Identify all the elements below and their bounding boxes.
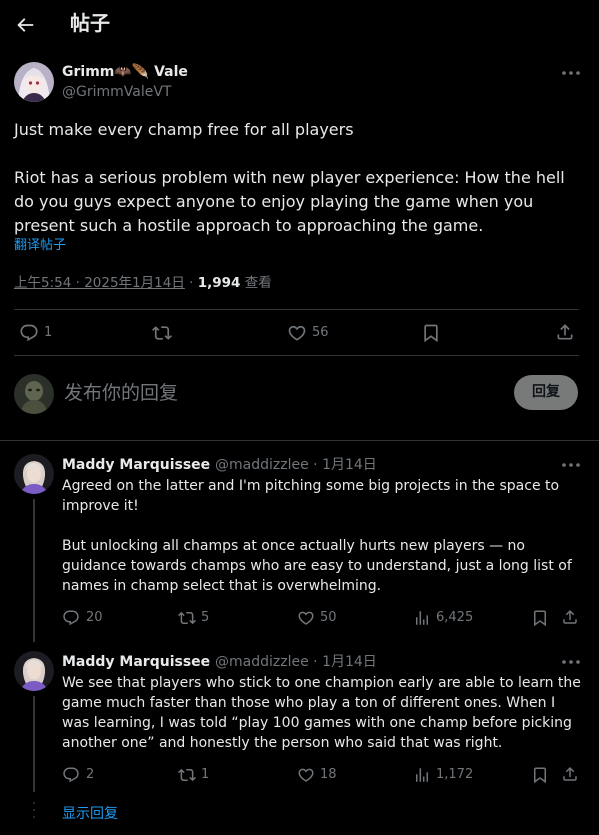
post-meta: 上午5:54 · 2025年1月14日 · 1,994 查看 <box>14 274 272 292</box>
show-replies-link[interactable]: 显示回复 <box>62 804 118 824</box>
reply-author-name[interactable]: Maddy Marquissee <box>62 457 210 473</box>
author-handle[interactable]: @GrimmValeVT <box>62 83 171 101</box>
post-timestamp[interactable]: 上午5:54 · 2025年1月14日 <box>14 275 185 291</box>
share-icon[interactable] <box>561 765 579 783</box>
retweet-icon[interactable] <box>178 766 196 784</box>
reply-text: Agreed on the latter and I'm pitching so… <box>62 478 572 594</box>
reply-icon[interactable] <box>62 609 80 627</box>
translate-post-link[interactable]: 翻译帖子 <box>14 238 66 254</box>
retweet-count: 1 <box>201 767 210 782</box>
like-count: 50 <box>320 610 337 625</box>
meta-separator: · <box>184 275 198 291</box>
avatar[interactable] <box>14 651 54 691</box>
more-icon[interactable] <box>560 655 582 669</box>
bookmark-icon[interactable] <box>421 323 441 343</box>
views-icon[interactable] <box>413 609 431 627</box>
avatar[interactable] <box>14 454 54 494</box>
reply-author-name[interactable]: Maddy Marquissee <box>62 654 210 670</box>
views-icon[interactable] <box>413 766 431 784</box>
back-arrow-icon[interactable] <box>14 14 36 36</box>
like-icon[interactable] <box>297 766 315 784</box>
thread-dots <box>33 800 35 824</box>
page-title: 帖子 <box>70 11 110 35</box>
reply-text: We see that players who stick to one cha… <box>62 675 586 751</box>
divider <box>14 309 579 310</box>
like-count: 18 <box>320 767 337 782</box>
post-text: Just make every champ free for all playe… <box>14 120 565 235</box>
more-icon[interactable] <box>560 458 582 472</box>
views-count: 1,994 <box>197 275 241 291</box>
retweet-count: 5 <box>201 610 210 625</box>
bookmark-icon[interactable] <box>531 766 549 784</box>
thread-line <box>33 696 35 792</box>
reply-icon[interactable] <box>19 323 39 343</box>
retweet-icon[interactable] <box>152 323 172 343</box>
share-icon[interactable] <box>561 608 579 626</box>
more-icon[interactable] <box>560 66 582 80</box>
views-count: 6,425 <box>436 610 474 625</box>
author-name[interactable]: Grimm🦇🪶 Vale <box>62 63 188 81</box>
reply-header: Maddy Marquissee @maddizzlee · 1月14日 <box>62 456 377 474</box>
reply-icon[interactable] <box>62 766 80 784</box>
reply-count: 20 <box>86 610 103 625</box>
like-icon[interactable] <box>287 323 307 343</box>
thread-line <box>33 499 35 642</box>
my-avatar[interactable] <box>14 374 54 414</box>
views-count: 1,172 <box>436 767 474 782</box>
reply-meta[interactable]: @maddizzlee · 1月14日 <box>215 457 377 473</box>
reply-input[interactable] <box>64 379 484 407</box>
divider <box>0 440 599 441</box>
avatar[interactable] <box>14 62 54 102</box>
reply-header: Maddy Marquissee @maddizzlee · 1月14日 <box>62 653 377 671</box>
reply-meta[interactable]: @maddizzlee · 1月14日 <box>215 654 377 670</box>
reply-count: 2 <box>86 767 95 782</box>
divider <box>14 355 579 356</box>
bookmark-icon[interactable] <box>531 609 549 627</box>
retweet-icon[interactable] <box>178 609 196 627</box>
views-label: 查看 <box>240 275 272 291</box>
reply-count: 1 <box>44 325 53 340</box>
top-bar: 帖子 <box>0 0 599 48</box>
share-icon[interactable] <box>555 322 575 342</box>
reply-button[interactable]: 回复 <box>514 375 578 410</box>
like-count: 56 <box>312 325 329 340</box>
like-icon[interactable] <box>297 609 315 627</box>
